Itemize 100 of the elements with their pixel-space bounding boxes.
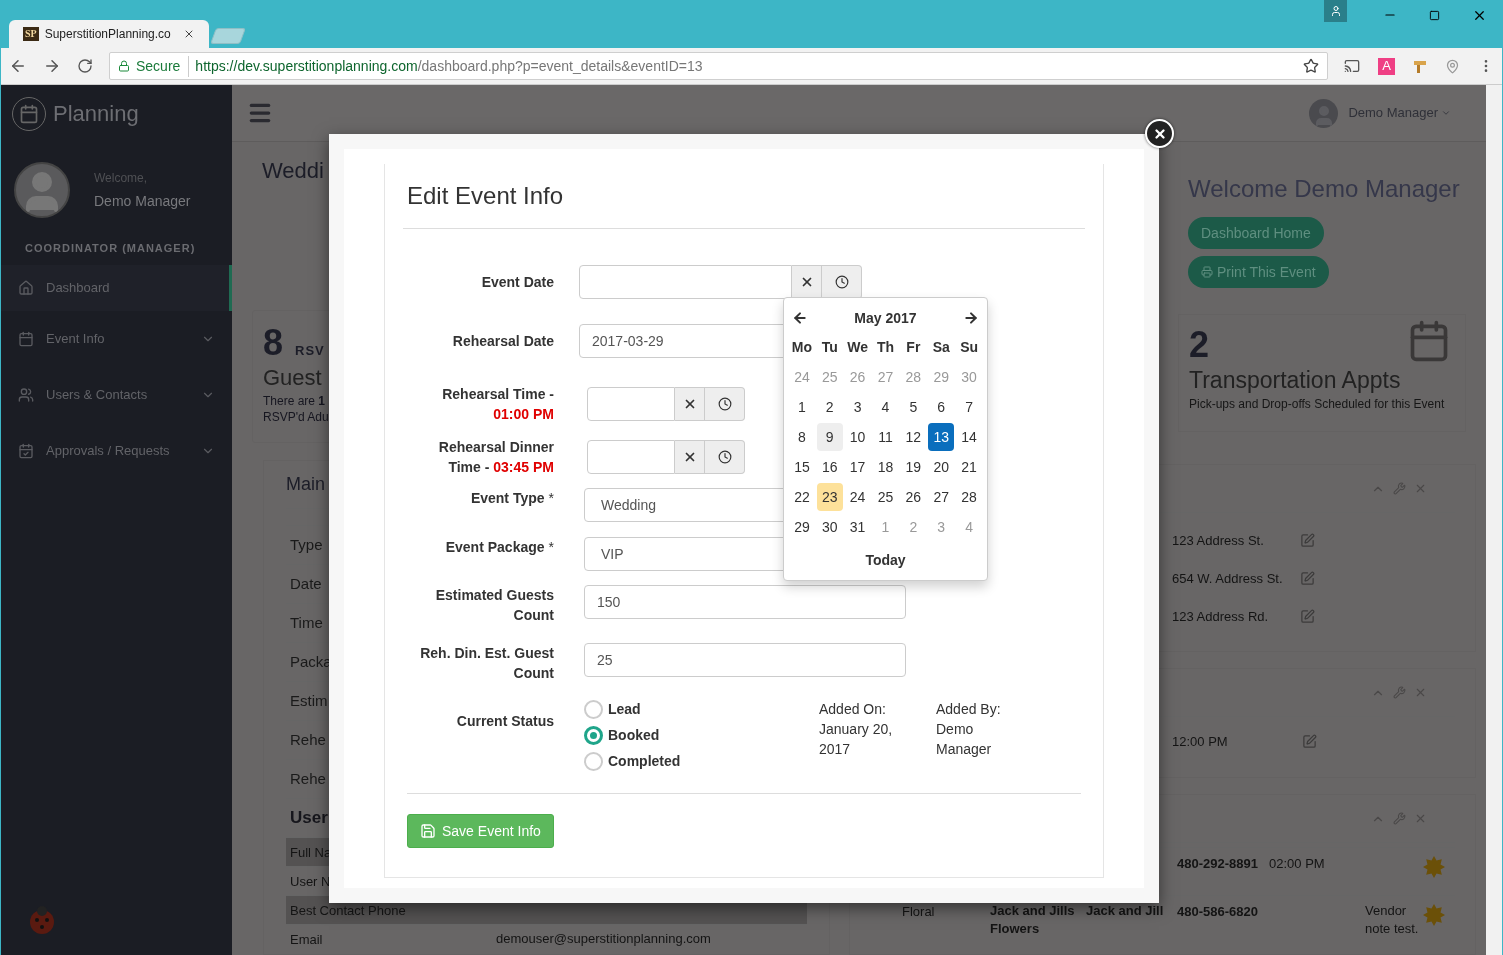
back-icon[interactable]	[9, 57, 27, 75]
weekday-label: Sa	[931, 337, 951, 357]
transport-title: Transportation Appts	[1189, 366, 1401, 395]
edit-icon[interactable]	[1300, 532, 1315, 548]
contact-name: Jack and Jill	[1086, 902, 1165, 920]
added-by-label: Added By:	[936, 700, 1002, 719]
calendar-day[interactable]: 28	[956, 483, 983, 511]
contact-phone: 480-586-6820	[1177, 904, 1258, 919]
added-on-label: Added On:	[819, 700, 887, 719]
calendar-day[interactable]: 27	[928, 483, 955, 511]
user-name: Demo Manager	[94, 191, 191, 211]
calendar-day[interactable]: 17	[844, 453, 871, 481]
text-input[interactable]: 150	[584, 585, 906, 619]
address-bar[interactable]: Secure https://dev.superstitionplanning.com/dashboard.php?p=event_details&eventID=13	[109, 52, 1328, 80]
calendar-day[interactable]: 3	[844, 393, 871, 421]
edit-icon[interactable]	[1302, 733, 1317, 749]
sidebar-item-icon	[18, 386, 34, 403]
tab-close-icon[interactable]	[183, 28, 195, 40]
calendar-day[interactable]: 20	[928, 453, 955, 481]
calendar-day[interactable]: 7	[956, 393, 983, 421]
clock-icon	[834, 275, 849, 289]
calendar-day[interactable]: 8	[788, 423, 815, 451]
field-label: Event Package	[445, 539, 545, 555]
weekday-label: Fr	[905, 337, 922, 357]
time-input[interactable]	[587, 440, 675, 474]
field-label: Estimated Guests Count	[435, 587, 554, 623]
field-label: Event Date	[481, 274, 554, 290]
reload-icon[interactable]	[77, 58, 93, 74]
cast-icon[interactable]	[1344, 58, 1360, 74]
calendar-day[interactable]: 1	[788, 393, 815, 421]
sidebar-item-icon	[18, 442, 34, 459]
wrench-icon[interactable]	[1393, 686, 1406, 699]
starburst-icon[interactable]	[1423, 904, 1445, 926]
field-label: Reh. Din. Est. Guest Count	[420, 645, 554, 681]
calendar-day[interactable]: 12	[900, 423, 927, 451]
text-input[interactable]: 25	[584, 643, 906, 677]
user-row-label: User N	[290, 874, 331, 889]
calendar-day[interactable]: 15	[788, 453, 815, 481]
contact-time: 02:00 PM	[1269, 856, 1325, 871]
guest-note: There are 1	[263, 393, 326, 409]
new-tab-button[interactable]	[210, 28, 246, 44]
calendar-day[interactable]: 11	[872, 423, 899, 451]
calendar-day[interactable]: 19	[900, 453, 927, 481]
bookmark-star-icon[interactable]	[1303, 58, 1319, 74]
contact-category: Floral	[902, 904, 935, 919]
edit-icon[interactable]	[1300, 570, 1315, 586]
month-label[interactable]: May 2017	[854, 307, 917, 329]
extension-badge[interactable]: A	[1378, 57, 1395, 75]
clock-button[interactable]	[705, 440, 745, 474]
date-input[interactable]: 2017-03-29	[579, 324, 784, 358]
calendar-day[interactable]: 6	[928, 393, 955, 421]
calendar-day[interactable]: 21	[956, 453, 983, 481]
close-icon[interactable]	[1414, 686, 1427, 699]
scrollbar[interactable]	[1486, 85, 1502, 955]
clear-button[interactable]	[675, 387, 705, 421]
detail-row-label: Rehe	[290, 768, 326, 789]
status-radio[interactable]: Booked	[584, 725, 819, 745]
favicon: SP	[23, 27, 39, 41]
browser-tab[interactable]: SP SuperstitionPlanning.co	[9, 20, 209, 48]
calendar-day[interactable]: 16	[816, 453, 843, 481]
clock-button[interactable]	[705, 387, 745, 421]
profile-icon[interactable]	[1324, 0, 1347, 22]
calendar-day[interactable]: 10	[844, 423, 871, 451]
calendar-day[interactable]: 14	[956, 423, 983, 451]
weekday-label: Tu	[820, 337, 839, 357]
clear-button[interactable]	[792, 265, 822, 299]
rsvp-count: 8	[263, 323, 284, 363]
map-pin-icon[interactable]	[1445, 58, 1460, 74]
field-label: Event Type	[470, 490, 545, 506]
role-label: COORDINATOR (MANAGER)	[25, 241, 197, 256]
user-row-label: Best Contact Phone	[290, 903, 406, 918]
calendar-day[interactable]: 18	[872, 453, 899, 481]
calendar-day[interactable]: 23	[816, 483, 843, 511]
status-radio[interactable]: Lead	[584, 699, 819, 719]
close-icon[interactable]	[1414, 812, 1427, 825]
clock-button[interactable]	[822, 265, 862, 299]
weekday-label: Th	[875, 337, 896, 357]
sidebar-item-icon	[18, 330, 34, 347]
address-text: 654 W. Address St.	[1172, 571, 1283, 586]
previous-month-icon[interactable]	[792, 310, 808, 326]
time-input[interactable]	[587, 387, 675, 421]
wrench-icon[interactable]	[1393, 812, 1406, 825]
user-row-value: demouser@superstitionplanning.com	[496, 930, 711, 949]
forward-icon[interactable]	[43, 57, 61, 75]
close-icon[interactable]	[1414, 482, 1427, 495]
starburst-icon[interactable]	[1423, 856, 1445, 878]
status-radio[interactable]: Completed	[584, 751, 819, 771]
calendar-day[interactable]: 5	[900, 393, 927, 421]
calendar-day[interactable]: 9	[816, 423, 843, 451]
field-label: Rehearsal Dinner Time - 03:45 PM	[438, 439, 554, 475]
next-month-icon[interactable]	[963, 310, 979, 326]
field-label: Rehearsal Time - 01:00 PM	[442, 386, 554, 422]
edit-icon[interactable]	[1300, 608, 1315, 624]
calendar-day[interactable]: 4	[872, 393, 899, 421]
guest-note: RSVP'd Adu	[263, 409, 329, 425]
calendar-day[interactable]: 13	[928, 423, 955, 451]
clear-button[interactable]	[675, 440, 705, 474]
wrench-icon[interactable]	[1393, 482, 1406, 495]
date-input[interactable]	[579, 265, 792, 299]
calendar-day[interactable]: 2	[816, 393, 843, 421]
